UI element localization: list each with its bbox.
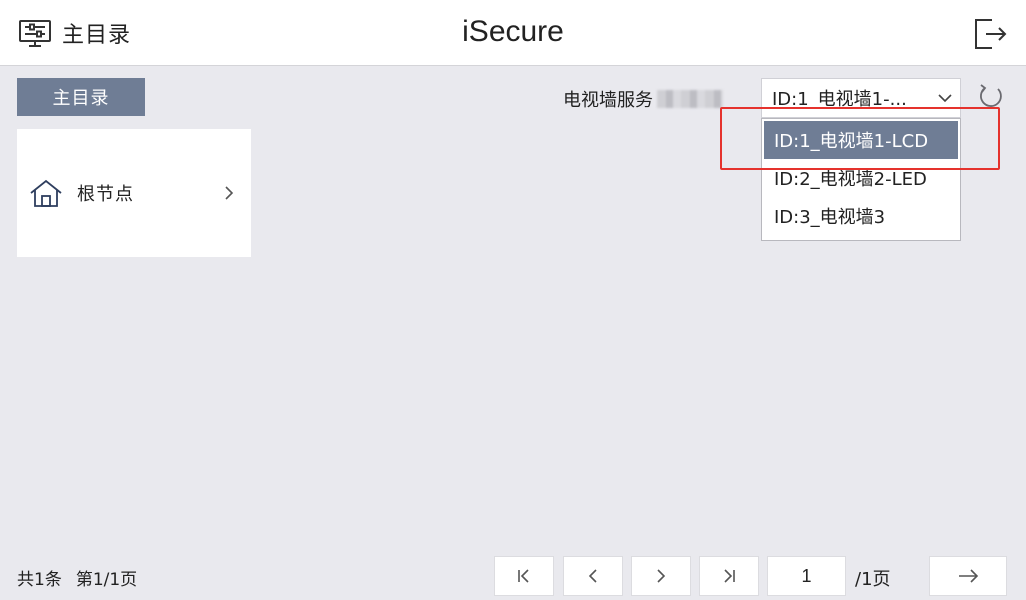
last-page-button[interactable] — [699, 556, 759, 596]
chevron-right-icon — [657, 569, 666, 583]
next-page-button[interactable] — [631, 556, 691, 596]
videowall-option-3[interactable]: ID:3_电视墙3 — [764, 197, 958, 235]
home-icon — [30, 179, 62, 207]
last-page-icon — [724, 569, 735, 583]
redacted-address — [657, 90, 723, 108]
total-count: 共1条 — [17, 570, 62, 590]
arrow-right-icon — [959, 569, 979, 583]
root-node-card[interactable]: 根节点 — [17, 129, 251, 257]
videowall-dropdown: ID:1_电视墙1-LCD ID:2_电视墙2-LED ID:3_电视墙3 — [761, 118, 961, 241]
chevron-right-icon — [225, 186, 234, 200]
app-title: iSecure — [462, 15, 564, 48]
prev-page-button[interactable] — [563, 556, 623, 596]
first-page-button[interactable] — [494, 556, 554, 596]
videowall-option-2[interactable]: ID:2_电视墙2-LED — [764, 159, 958, 197]
page-number-input[interactable] — [767, 556, 846, 596]
pagination-summary: 共1条 第1/1页 — [17, 565, 137, 590]
videowall-service-text: 电视墙服务 — [563, 90, 653, 111]
go-page-button[interactable] — [929, 556, 1007, 596]
page-info: 第1/1页 — [75, 570, 138, 590]
first-page-icon — [518, 569, 529, 583]
videowall-service-label: 电视墙服务 — [563, 86, 723, 112]
top-bar: 主目录 iSecure — [0, 0, 1026, 66]
videowall-select[interactable]: ID:1_电视墙1-... — [761, 78, 961, 118]
videowall-select-value: ID:1_电视墙1-... — [772, 89, 907, 110]
refresh-icon[interactable] — [976, 82, 1006, 112]
breadcrumb-main-directory[interactable]: 主目录 — [17, 78, 145, 116]
total-pages-label: /1页 — [855, 569, 891, 590]
root-node-label: 根节点 — [77, 184, 134, 205]
chevron-down-icon — [938, 94, 952, 103]
chevron-left-icon — [588, 569, 597, 583]
videowall-option-1[interactable]: ID:1_电视墙1-LCD — [764, 121, 958, 159]
logout-icon[interactable] — [972, 16, 1008, 52]
